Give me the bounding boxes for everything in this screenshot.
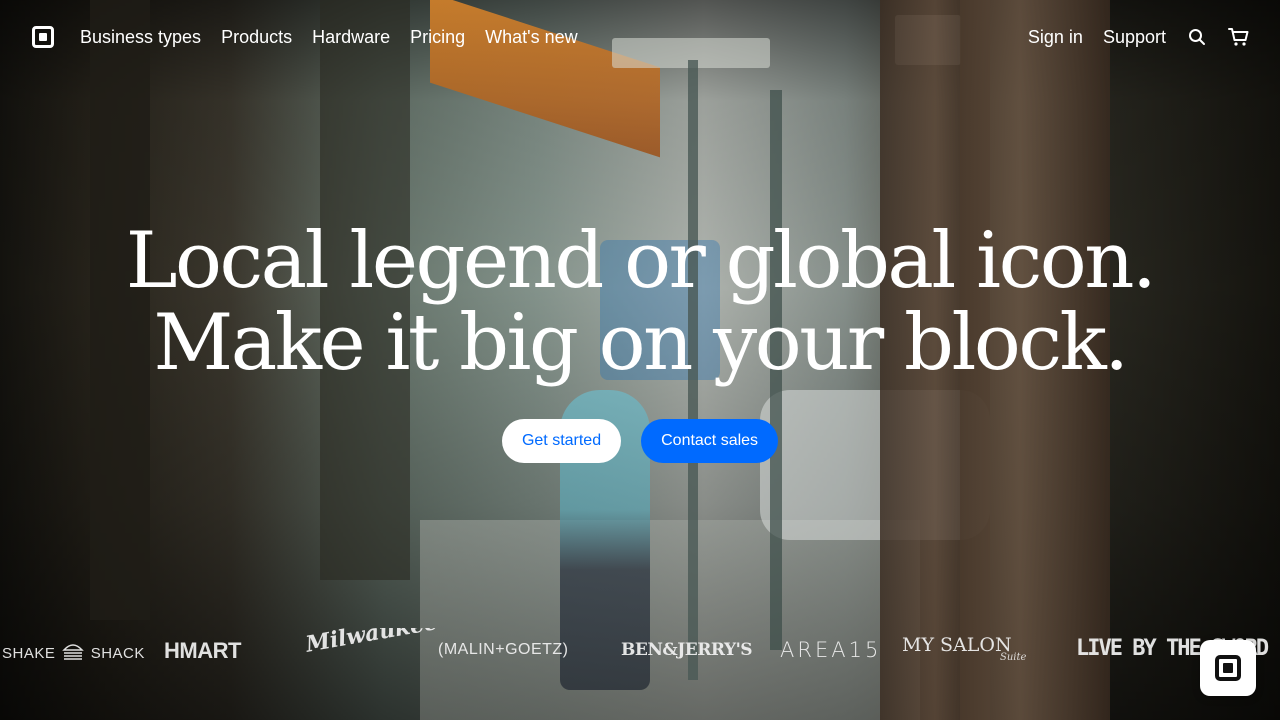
headline-line-1: Local legend or global icon. bbox=[125, 216, 1157, 306]
burger-icon bbox=[62, 642, 84, 666]
brand-logo-malin-goetz: (MALIN+GOETZ) bbox=[438, 641, 569, 658]
brand-logo-milwaukee: Milwaukee bbox=[303, 628, 440, 658]
nav-pricing[interactable]: Pricing bbox=[410, 26, 465, 48]
brand-logo-shake-shack: SHAKE SHACK bbox=[2, 642, 145, 666]
square-logo-icon bbox=[1215, 655, 1241, 681]
primary-nav: Business types Products Hardware Pricing… bbox=[80, 26, 578, 48]
brand-logo-hmart: HMART bbox=[164, 638, 241, 663]
search-icon[interactable] bbox=[1186, 26, 1208, 48]
nav-whats-new[interactable]: What's new bbox=[485, 26, 577, 48]
get-started-button[interactable]: Get started bbox=[501, 419, 622, 463]
nav-business-types[interactable]: Business types bbox=[80, 26, 201, 48]
customer-logo-strip: SHAKE SHACK HMART Milwaukee (MALIN+GOETZ… bbox=[0, 628, 1280, 678]
brand-logo-my-salon: MY SALON bbox=[902, 634, 1012, 656]
brand-logo-ben-jerrys: BEN&JERRY'S bbox=[621, 640, 753, 660]
support-link[interactable]: Support bbox=[1103, 26, 1166, 48]
bg-sidewalk bbox=[420, 520, 920, 720]
hero-headline: Local legend or global icon. Make it big… bbox=[0, 220, 1280, 384]
cart-icon[interactable] bbox=[1228, 26, 1250, 48]
headline-line-2: Make it big on your block. bbox=[153, 298, 1129, 388]
square-assistant-button[interactable] bbox=[1200, 640, 1256, 696]
sign-in-link[interactable]: Sign in bbox=[1028, 26, 1083, 48]
utility-nav: Sign in Support bbox=[1028, 26, 1250, 48]
nav-products[interactable]: Products bbox=[221, 26, 292, 48]
cta-row: Get started Contact sales bbox=[0, 419, 1280, 463]
nav-hardware[interactable]: Hardware bbox=[312, 26, 390, 48]
brand-logo-my-salon-suite: Suite bbox=[1000, 652, 1027, 663]
contact-sales-button[interactable]: Contact sales bbox=[641, 419, 779, 463]
square-logo-icon[interactable] bbox=[32, 26, 54, 48]
brand-logo-area15: AREA15 bbox=[780, 638, 882, 662]
top-navigation: Business types Products Hardware Pricing… bbox=[0, 0, 1280, 74]
